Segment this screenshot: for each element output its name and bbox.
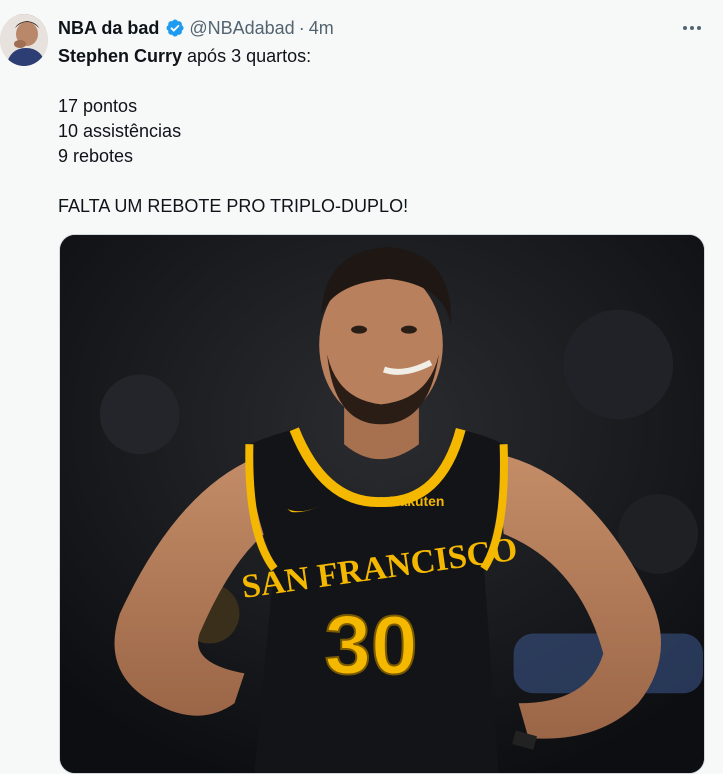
stat-assists: 10 assistências bbox=[58, 121, 182, 141]
stat-points: 17 pontos bbox=[58, 96, 138, 116]
tweet-closing-text: FALTA UM REBOTE PRO TRIPLO-DUPLO! bbox=[58, 196, 409, 216]
author-handle[interactable]: @NBAdabad bbox=[189, 18, 294, 39]
stat-rebounds: 9 rebotes bbox=[58, 146, 134, 166]
tweet-text-line-1: Stephen Curry após 3 quartos: bbox=[58, 44, 311, 69]
tweet-header: NBA da bad @NBAdabad · 4m bbox=[58, 16, 334, 40]
author-avatar[interactable] bbox=[0, 14, 48, 66]
more-options-icon[interactable] bbox=[681, 20, 703, 36]
mentioned-player-name: Stephen Curry bbox=[58, 46, 183, 66]
separator-dot: · bbox=[298, 17, 305, 38]
tweet-media-photo[interactable]: SAN FRANCISCO 30 Rakuten bbox=[59, 234, 705, 774]
author-display-name[interactable]: NBA da bad bbox=[58, 18, 159, 39]
jersey-number: 30 bbox=[324, 597, 417, 691]
tweet-timestamp[interactable]: 4m bbox=[309, 18, 334, 39]
player-photo: SAN FRANCISCO 30 Rakuten bbox=[60, 235, 704, 773]
tweet-text-line-1-rest: após 3 quartos: bbox=[182, 46, 312, 66]
tweet-card[interactable]: NBA da bad @NBAdabad · 4m Stephen Curry … bbox=[0, 0, 723, 774]
verified-badge-icon bbox=[165, 18, 185, 38]
jersey-sponsor: Rakuten bbox=[389, 493, 444, 509]
